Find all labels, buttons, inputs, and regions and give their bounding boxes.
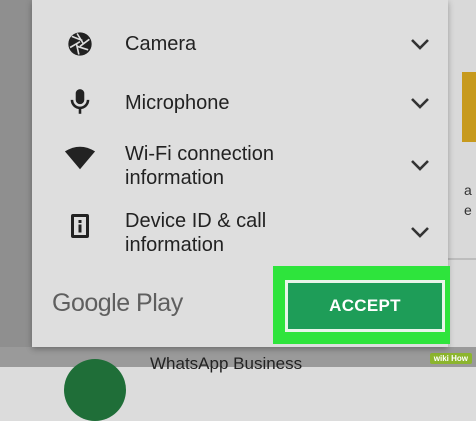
permissions-dialog: Camera Microphone Wi-Fi connection infor… xyxy=(32,0,450,347)
chevron-down-icon[interactable] xyxy=(409,37,431,51)
background-app-name: WhatsApp Business xyxy=(150,354,303,373)
wifi-icon xyxy=(64,142,96,174)
permission-label-device-id-line2: information xyxy=(125,234,224,256)
accept-button[interactable]: ACCEPT xyxy=(285,280,445,332)
permission-row-device-id[interactable]: Device ID & call information xyxy=(32,204,448,262)
background-partial-text: a e xyxy=(464,182,472,218)
chevron-down-icon[interactable] xyxy=(409,96,431,110)
permission-label-microphone: Microphone xyxy=(125,92,230,114)
permission-label-wifi: Wi-Fi connection information xyxy=(125,142,274,190)
permission-label-device-id: Device ID & call information xyxy=(125,209,266,257)
permission-label-wifi-line2: information xyxy=(125,167,224,189)
permission-row-camera[interactable]: Camera xyxy=(32,22,448,66)
permission-label-wifi-line1: Wi-Fi connection xyxy=(125,143,274,165)
background-left-edge xyxy=(0,0,32,367)
chevron-down-icon[interactable] xyxy=(409,158,431,172)
background-right-edge: a e xyxy=(448,0,476,367)
background-app-list-item: WhatsApp Business wiki How xyxy=(0,347,476,421)
permission-label-camera: Camera xyxy=(125,33,197,55)
device-id-icon xyxy=(64,210,96,242)
background-promo-image xyxy=(462,72,476,142)
chevron-down-icon[interactable] xyxy=(409,225,431,239)
permission-row-microphone[interactable]: Microphone xyxy=(32,80,448,124)
microphone-icon xyxy=(64,86,96,118)
whatsapp-business-icon xyxy=(64,359,126,421)
permission-label-device-id-line1: Device ID & call xyxy=(125,210,267,232)
camera-icon xyxy=(64,28,96,60)
background-divider xyxy=(448,258,476,260)
watermark: wiki How xyxy=(429,353,472,364)
permission-row-wifi[interactable]: Wi-Fi connection information xyxy=(32,138,448,194)
google-play-logo: Google Play xyxy=(52,289,183,317)
